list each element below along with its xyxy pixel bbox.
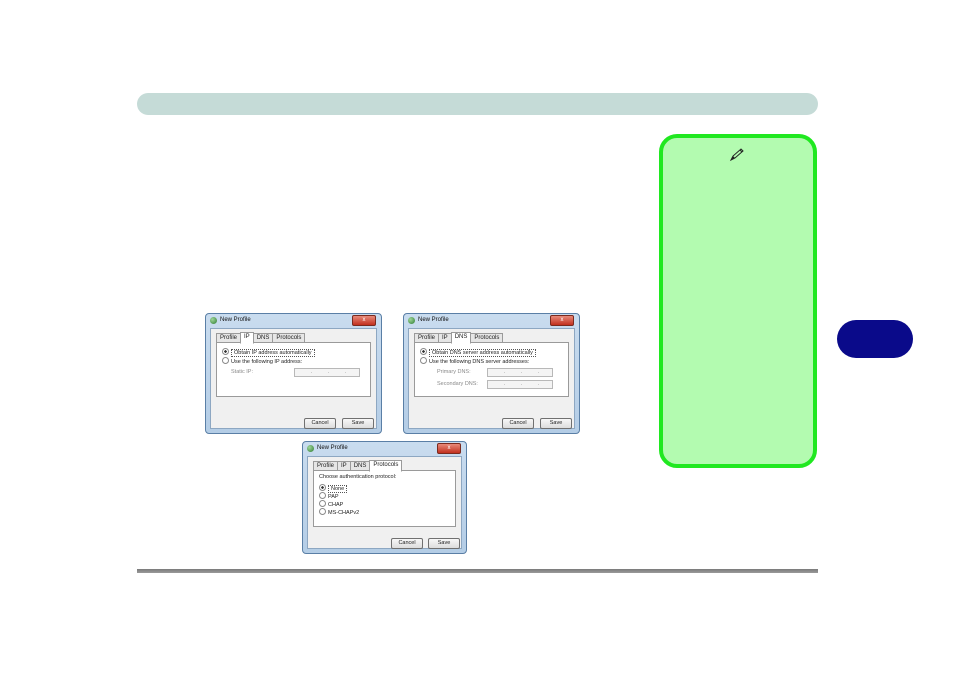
pencil-icon [729,148,744,162]
radio-button[interactable] [319,508,326,515]
titlebar: New Profile x [303,442,466,455]
save-button[interactable]: Save [342,418,374,429]
radio-use-dns[interactable]: Use the following DNS server addresses: [420,357,529,365]
close-button[interactable]: x [352,315,376,326]
titlebar: New Profile x [404,314,579,327]
dialog-title: New Profile [418,317,449,323]
primary-dns-field[interactable]: ... [487,368,553,377]
radio-none[interactable]: None [319,484,348,493]
save-button[interactable]: Save [540,418,572,429]
dialog-ip: New Profile x Profile IP DNS Protocols Obta… [205,313,382,434]
tab-dns[interactable]: DNS [450,332,472,344]
radio-obtain-dns[interactable]: Obtain DNS server address automatically [420,348,536,357]
dialog-client: Profile IP DNS Protocols Obtain IP address … [210,328,377,429]
network-icon [210,317,217,324]
radio-button[interactable] [222,348,229,355]
radio-button[interactable] [319,492,326,499]
cancel-button[interactable]: Cancel [391,538,423,549]
footer-rule [137,569,818,573]
cancel-button[interactable]: Cancel [304,418,336,429]
radio-button[interactable] [420,357,427,364]
tab-strip: Profile IP DNS Protocols [216,332,306,344]
tab-ip[interactable]: IP [240,332,254,344]
radio-button[interactable] [319,500,326,507]
radio-chap[interactable]: CHAP [319,500,343,508]
radio-use-ip[interactable]: Use the following IP address: [222,357,302,365]
save-button[interactable]: Save [428,538,460,549]
secondary-dns-field[interactable]: ... [487,380,553,389]
tab-panel: Obtain IP address automatically Use the … [216,342,371,397]
titlebar: New Profile x [206,314,381,327]
radio-pap[interactable]: PAP [319,492,339,500]
tab-strip: Profile IP DNS Protocols [414,332,504,344]
secondary-dns-label: Secondary DNS: [437,381,478,387]
close-button[interactable]: x [437,443,461,454]
dialog-client: Profile IP DNS Protocols Obtain DNS server … [408,328,575,429]
radio-button[interactable] [319,484,326,491]
static-ip-field[interactable]: ... [294,368,360,377]
dialog-client: Profile IP DNS Protocols Choose authenticat… [307,456,462,549]
tab-strip: Profile IP DNS Protocols [313,460,403,472]
primary-dns-label: Primary DNS: [437,369,471,375]
auth-prompt: Choose authentication protocol: [319,474,397,480]
radio-label: MS-CHAPv2 [328,510,360,516]
network-icon [307,445,314,452]
dialog-protocols: New Profile x Profile IP DNS Protocols Choo… [302,441,467,554]
radio-label: Obtain IP address automatically [231,349,315,357]
dialog-title: New Profile [220,317,251,323]
close-button[interactable]: x [550,315,574,326]
radio-label: Use the following IP address: [231,359,303,365]
dialog-title: New Profile [317,445,348,451]
tab-panel: Obtain DNS server address automatically … [414,342,569,397]
radio-obtain-ip[interactable]: Obtain IP address automatically [222,348,315,357]
page-header-bar [137,93,818,115]
note-box [659,134,817,468]
chapter-tab [837,320,913,358]
static-ip-label: Static IP: [231,369,254,375]
dialog-dns: New Profile x Profile IP DNS Protocols Obta… [403,313,580,434]
radio-label: Use the following DNS server addresses: [429,359,530,365]
tab-protocols[interactable]: Protocols [369,460,403,472]
network-icon [408,317,415,324]
cancel-button[interactable]: Cancel [502,418,534,429]
radio-label: Obtain DNS server address automatically [429,349,536,357]
radio-button[interactable] [420,348,427,355]
tab-panel: Choose authentication protocol: None PAP… [313,470,456,527]
radio-button[interactable] [222,357,229,364]
radio-ms-chapv2[interactable]: MS-CHAPv2 [319,508,359,516]
